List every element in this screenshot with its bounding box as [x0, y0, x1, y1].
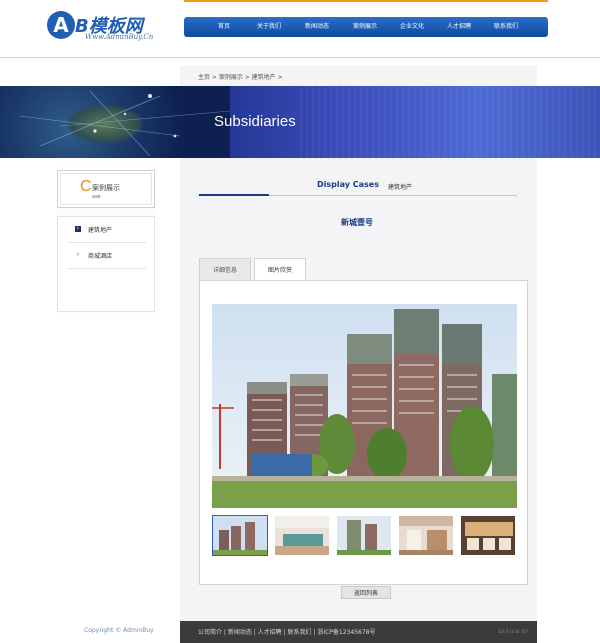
- project-title: 新城壹号: [341, 218, 373, 227]
- main-content: Display Cases 建筑地产 新城壹号 详细信息 图片欣赏 返回列表: [180, 158, 537, 621]
- nav-cases[interactable]: 案例展示: [343, 17, 387, 37]
- thumbnail[interactable]: [212, 515, 268, 556]
- detail-tabs: 详细信息 图片欣赏: [199, 258, 306, 281]
- tab-details[interactable]: 详细信息: [199, 258, 251, 281]
- sidebar-item-label: 商城酒店: [88, 253, 113, 260]
- section-divider: [199, 194, 517, 196]
- footer: 公司简介 | 新闻动态 | 人才招聘 | 联系我们 | 浙ICP备1234567…: [180, 621, 537, 643]
- sidebar-item-label: 建筑地产: [88, 227, 113, 234]
- sidebar-item-hotels[interactable]: › 商城酒店: [68, 243, 146, 269]
- section-subtitle: 建筑地产: [388, 184, 413, 191]
- thumbnail[interactable]: [460, 515, 516, 556]
- nav-contact[interactable]: 联系我们: [484, 17, 528, 37]
- footer-design-credit: DESIGN BY: [498, 629, 529, 634]
- thumbnail[interactable]: [274, 515, 330, 556]
- main-nav: 首页 关于我们 新闻动态 案例展示 企业文化 人才招聘 联系我们: [184, 17, 548, 37]
- thumbnail-strip: [212, 515, 517, 557]
- banner-stripes: [300, 86, 600, 158]
- chevron-right-icon: ›: [76, 251, 80, 258]
- category-title: 案例展示: [92, 184, 120, 192]
- gallery-panel: [199, 280, 528, 585]
- logo-mark: A: [47, 11, 75, 39]
- category-initial: C: [80, 178, 92, 195]
- nav-news[interactable]: 新闻动态: [295, 17, 339, 37]
- section-title: Display Cases: [317, 180, 379, 189]
- footer-links[interactable]: 公司简介 | 新闻动态 | 人才招聘 | 联系我们 | 浙ICP备1234567…: [198, 627, 375, 636]
- logo-url: Www.AdminBuy.Cn: [85, 33, 154, 41]
- sidebar-item-real-estate[interactable]: › 建筑地产: [68, 217, 146, 243]
- nav-about[interactable]: 关于我们: [247, 17, 291, 37]
- top-accent-line: [0, 0, 600, 2]
- nav-home[interactable]: 首页: [202, 17, 246, 37]
- chevron-right-icon: ›: [75, 225, 81, 232]
- site-logo[interactable]: A B模板网 Www.AdminBuy.Cn: [47, 11, 177, 43]
- section-divider-accent: [199, 194, 269, 196]
- main-photo[interactable]: [212, 304, 517, 508]
- category-header: C 案例展示 ase: [57, 170, 155, 208]
- nav-jobs[interactable]: 人才招聘: [437, 17, 481, 37]
- sidebar-menu: › 建筑地产 › 商城酒店: [57, 216, 155, 312]
- page-banner: Subsidiaries: [0, 86, 600, 158]
- building-photo-graphic: [212, 304, 517, 508]
- nav-culture[interactable]: 企业文化: [390, 17, 434, 37]
- thumbnail[interactable]: [336, 515, 392, 556]
- tab-gallery[interactable]: 图片欣赏: [254, 258, 306, 281]
- back-to-list-button[interactable]: 返回列表: [341, 586, 391, 599]
- banner-title: Subsidiaries: [214, 113, 296, 130]
- orange-accent-bar: [184, 0, 548, 2]
- copyright: Copyright © AdminBuy: [84, 627, 154, 634]
- category-subtitle: ase: [92, 194, 101, 200]
- breadcrumb[interactable]: 主页 > 案例展示 > 建筑地产 >: [198, 72, 283, 81]
- thumbnail[interactable]: [398, 515, 454, 556]
